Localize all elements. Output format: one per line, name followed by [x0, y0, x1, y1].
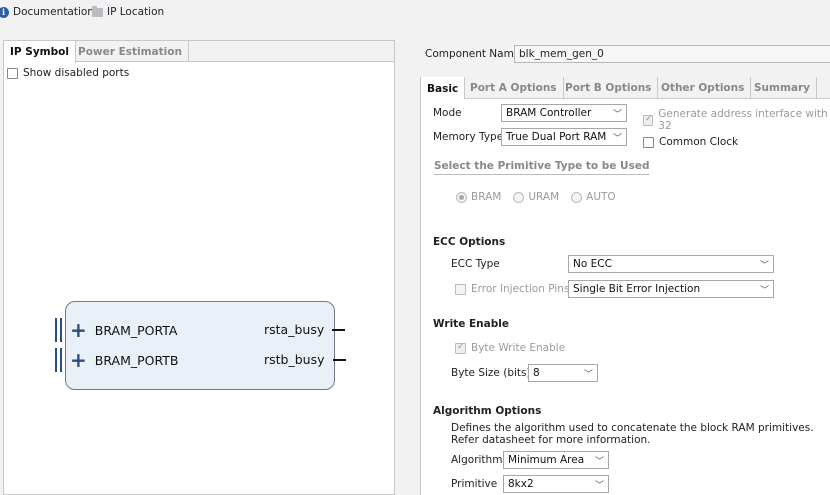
port-out-label: rsta_busy: [264, 322, 325, 337]
algorithm-value: Minimum Area: [508, 454, 585, 466]
tab-label: Port A Options: [470, 82, 557, 94]
component-name-input[interactable]: blk_mem_gen_0: [514, 45, 830, 63]
folder-icon: [92, 5, 103, 17]
byte-write-enable-checkbox: [455, 342, 466, 354]
ip-symbol-panel: IP Symbol Power Estimation Show disabled…: [3, 40, 395, 495]
byte-write-enable-row: Byte Write Enable: [455, 342, 565, 354]
ip-symbol-block: [65, 301, 335, 390]
tab-port-a-options[interactable]: Port A Options: [464, 77, 564, 99]
error-injection-value: Single Bit Error Injection: [573, 283, 701, 295]
chevron-down-icon: ﹀: [594, 480, 604, 491]
mode-label: Mode: [433, 107, 462, 119]
primitive-type-radios: BRAM URAM AUTO: [456, 191, 616, 203]
generate-address-label: Generate address interface with 32: [658, 108, 828, 132]
chevron-down-icon: ﹀: [612, 133, 622, 144]
algorithm-options-title: Algorithm Options: [433, 405, 542, 417]
algorithm-label: Algorithm: [451, 454, 503, 466]
port-out-pin: [332, 328, 346, 331]
documentation-menu[interactable]: i Documentation: [0, 6, 94, 18]
chevron-down-icon: ﹀: [759, 260, 769, 271]
component-name-label: Component Name: [425, 48, 521, 60]
byte-size-value: 8: [533, 367, 540, 379]
radio-bram: [456, 191, 467, 203]
config-tab-strip: Basic Port A Options Port B Options Othe…: [420, 77, 830, 100]
byte-size-select[interactable]: 8 ﹀: [528, 364, 598, 382]
basic-tab-content: Mode BRAM Controller ﹀ Generate address …: [420, 99, 830, 495]
bus-interface-icon: [55, 318, 62, 342]
mode-select[interactable]: BRAM Controller ﹀: [501, 104, 627, 122]
ecc-options-title: ECC Options: [433, 236, 506, 248]
common-clock-label: Common Clock: [659, 136, 739, 148]
memory-type-label: Memory Type: [433, 131, 504, 143]
tab-label: Port B Options: [565, 82, 652, 94]
ecc-type-label: ECC Type: [451, 258, 500, 270]
mode-value: BRAM Controller: [506, 107, 592, 119]
generate-address-row: Generate address interface with 32: [643, 108, 830, 132]
show-disabled-ports-row[interactable]: Show disabled ports: [7, 67, 129, 79]
documentation-label: Documentation: [13, 6, 94, 18]
algorithm-description-2: Refer datasheet for more information.: [451, 434, 651, 446]
expand-icon[interactable]: +: [70, 320, 87, 340]
ip-location-button[interactable]: IP Location: [92, 5, 165, 18]
show-disabled-ports-label: Show disabled ports: [23, 67, 130, 79]
port-out-label: rstb_busy: [264, 352, 325, 367]
radio-auto-label: AUTO: [586, 191, 616, 203]
port-in-label: BRAM_PORTB: [94, 352, 179, 368]
tab-ip-symbol-label: IP Symbol: [10, 46, 69, 58]
ip-location-label: IP Location: [107, 6, 165, 18]
tab-label: Summary: [754, 82, 811, 94]
primitive-value: 8kx2: [508, 478, 534, 490]
port-bram-porta[interactable]: + BRAM_PORTA: [55, 318, 177, 342]
write-enable-title: Write Enable: [433, 318, 509, 330]
bus-interface-icon: [55, 348, 62, 372]
common-clock-checkbox[interactable]: [643, 136, 654, 148]
tab-ip-symbol[interactable]: IP Symbol: [4, 41, 76, 63]
chevron-down-icon: ﹀: [594, 456, 604, 467]
byte-write-enable-label: Byte Write Enable: [471, 342, 566, 354]
primitive-label: Primitive: [451, 478, 498, 490]
error-injection-label: Error Injection Pins: [471, 283, 570, 295]
radio-auto: [571, 191, 583, 203]
radio-bram-label: BRAM: [471, 191, 502, 203]
tab-basic[interactable]: Basic: [420, 77, 466, 100]
generate-address-checkbox: [643, 114, 654, 126]
port-bram-portb[interactable]: + BRAM_PORTB: [55, 348, 178, 372]
error-injection-select[interactable]: Single Bit Error Injection ﹀: [568, 280, 774, 298]
configuration-panel: Component Name blk_mem_gen_0 Basic Port …: [404, 40, 830, 495]
primitive-type-title: Select the Primitive Type to be Used: [434, 160, 650, 175]
expand-icon[interactable]: +: [70, 350, 87, 370]
ecc-type-select[interactable]: No ECC ﹀: [568, 255, 774, 273]
tab-port-b-options[interactable]: Port B Options: [559, 77, 659, 99]
tab-other-options[interactable]: Other Options: [655, 77, 752, 99]
port-in-label: BRAM_PORTA: [94, 322, 178, 338]
tab-label: Basic: [427, 82, 459, 95]
error-injection-row: Error Injection Pins: [455, 283, 569, 295]
chevron-down-icon: ﹀: [612, 109, 622, 120]
chevron-down-icon: ﹀: [583, 369, 593, 380]
show-disabled-ports-checkbox[interactable]: [7, 67, 18, 79]
left-tab-strip: IP Symbol Power Estimation: [4, 41, 394, 63]
algorithm-description: Defines the algorithm used to concatenat…: [451, 422, 814, 434]
memory-type-select[interactable]: True Dual Port RAM ﹀: [501, 128, 627, 146]
info-icon: i: [0, 6, 9, 18]
tab-summary[interactable]: Summary: [748, 77, 818, 99]
port-rstb-busy: rstb_busy: [264, 352, 346, 367]
radio-uram: [513, 191, 525, 203]
port-out-pin: [332, 358, 346, 361]
common-clock-row[interactable]: Common Clock: [643, 136, 738, 148]
tab-label: Other Options: [661, 82, 745, 94]
toolbar: i Documentation IP Location: [0, 0, 830, 26]
memory-type-value: True Dual Port RAM: [506, 131, 607, 143]
tab-power-estimation[interactable]: Power Estimation: [72, 41, 189, 62]
radio-uram-label: URAM: [528, 191, 560, 203]
error-injection-checkbox: [455, 283, 466, 295]
byte-size-label: Byte Size (bits): [451, 367, 531, 379]
chevron-down-icon: ﹀: [759, 285, 769, 296]
tab-power-estimation-label: Power Estimation: [78, 45, 182, 58]
algorithm-select[interactable]: Minimum Area ﹀: [503, 451, 609, 469]
primitive-select[interactable]: 8kx2 ﹀: [503, 475, 609, 493]
port-rsta-busy: rsta_busy: [264, 322, 346, 337]
ecc-type-value: No ECC: [573, 258, 612, 270]
